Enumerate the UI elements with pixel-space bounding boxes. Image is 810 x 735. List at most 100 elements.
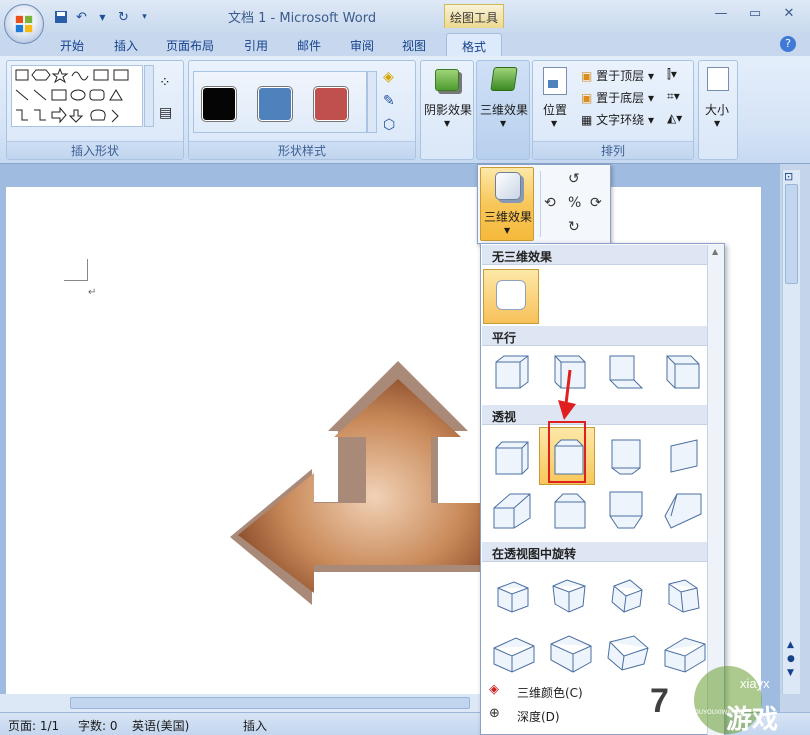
style-swatch-blue[interactable] (258, 87, 292, 121)
rotate-option-3[interactable] (598, 570, 650, 618)
perspective-option-8[interactable] (655, 484, 707, 532)
tab-review[interactable]: 审阅 (350, 37, 374, 54)
shadow-effects-button[interactable]: 阴影效果 (424, 101, 472, 118)
perspective-option-7[interactable] (598, 484, 650, 532)
perspective-option-1[interactable] (484, 432, 536, 480)
tab-insert[interactable]: 插入 (114, 37, 138, 54)
window-controls: — ▭ ✕ (704, 6, 806, 24)
shapes-scroll[interactable] (144, 65, 154, 127)
dropdown-arrow-icon: ▼ (504, 226, 511, 235)
size-group: 大小 ▼ (698, 60, 738, 160)
cube-icon (495, 441, 529, 475)
edit-shape-icon[interactable]: ⁘ (159, 75, 171, 91)
tab-references[interactable]: 引用 (244, 37, 268, 54)
parallel-option-1[interactable] (484, 348, 536, 396)
status-page[interactable]: 页面: 1/1 (8, 717, 59, 734)
perspective-option-3[interactable] (598, 432, 650, 480)
bring-to-front-button[interactable]: ▣ 置于顶层 ▾ (581, 67, 654, 84)
text-wrap-button[interactable]: ▦ 文字环绕 ▾ (581, 111, 654, 128)
customize-qat-icon[interactable]: ▾ (136, 9, 153, 26)
shape-styles-group: ◈ ✎ ⬡ 形状样式 (188, 60, 416, 160)
change-shape-icon[interactable]: ⬡ (383, 117, 395, 133)
align-icon[interactable]: ⫿▾ (667, 67, 677, 82)
vscroll-thumb[interactable] (785, 184, 798, 284)
shapes-gallery[interactable] (11, 65, 143, 127)
tilt-right-icon[interactable]: ⟳ (590, 195, 602, 211)
style-swatch-black[interactable] (202, 87, 236, 121)
dropdown-arrow-icon: ▼ (714, 119, 721, 128)
vertical-scrollbar[interactable]: ▲ ● ▼ (782, 170, 800, 694)
tilt-down-icon[interactable]: ↻ (568, 219, 580, 235)
shadow-group: 阴影效果 ▼ (420, 60, 474, 160)
shape-styles-label: 形状样式 (189, 141, 415, 159)
perspective-option-4[interactable] (655, 432, 707, 480)
undo-icon[interactable]: ↶ (73, 9, 90, 26)
save-icon[interactable] (52, 9, 69, 26)
text-box-icon[interactable]: ▤ (159, 105, 172, 121)
position-button[interactable]: 位置 (543, 101, 567, 118)
parallel-option-3[interactable] (598, 348, 650, 396)
cube-icon (668, 579, 700, 613)
scroll-up-icon[interactable]: ▲ (712, 247, 718, 256)
outline-color-icon[interactable]: ✎ (383, 93, 395, 109)
red-arrow-icon (558, 369, 576, 420)
status-language[interactable]: 英语(美国) (132, 717, 189, 734)
rotate-option-5[interactable] (484, 626, 536, 674)
dropdown-arrow-icon[interactable]: ▼ (94, 9, 111, 26)
threed-effects-ribbon-button[interactable]: 三维效果 (480, 101, 528, 118)
toggle-3d-icon[interactable]: % (568, 195, 581, 211)
style-swatch-red[interactable] (314, 87, 348, 121)
arrange-label: 排列 (533, 141, 693, 159)
ruler-toggle-icon[interactable]: ⊡ (784, 170, 793, 183)
hscroll-thumb[interactable] (70, 697, 470, 709)
cube-icon (666, 355, 700, 389)
threed-effects-button[interactable]: 三维效果 ▼ (480, 167, 534, 241)
highlight-box (548, 421, 586, 483)
quick-access-toolbar: ↶ ▼ ↻ ▾ (52, 8, 153, 26)
rotate-option-4[interactable] (655, 570, 707, 618)
arrow-depth (230, 361, 486, 605)
send-to-back-button[interactable]: ▣ 置于底层 ▾ (581, 89, 654, 106)
status-mode[interactable]: 插入 (243, 717, 267, 734)
minimize-icon[interactable]: — (704, 6, 738, 24)
dropdown-arrow-icon: ▼ (444, 119, 451, 128)
tab-format[interactable]: 格式 (446, 33, 502, 57)
depth-icon: ⊕ (489, 706, 500, 721)
size-button[interactable]: 大小 (705, 101, 729, 118)
tab-mailings[interactable]: 邮件 (297, 37, 321, 54)
rotate-option-1[interactable] (484, 570, 536, 618)
no-3d-effect-option[interactable] (483, 269, 539, 324)
group-icon[interactable]: ⌗▾ (667, 89, 680, 104)
office-button[interactable] (4, 4, 44, 44)
prev-page-icon[interactable]: ▲ (787, 640, 794, 650)
rotate-option-6[interactable] (541, 626, 593, 674)
watermark-brand: 游戏 (726, 705, 778, 735)
parallel-option-4[interactable] (655, 348, 707, 396)
paragraph-mark-icon: ↵ (88, 287, 97, 298)
tilt-left-icon[interactable]: ⟲ (544, 195, 556, 211)
perspective-option-6[interactable] (541, 484, 593, 532)
insert-shapes-group: ⁘ ▤ 插入形状 (6, 60, 184, 160)
perspective-option-5[interactable] (484, 484, 536, 532)
fill-color-icon[interactable]: ◈ (383, 69, 394, 85)
menu-3d-color-label: 三维颜色(C) (517, 686, 583, 700)
close-icon[interactable]: ✕ (772, 6, 806, 24)
text-wrap-icon: ▦ (581, 113, 593, 127)
redo-icon[interactable]: ↻ (115, 9, 132, 26)
section-none: 无三维效果 (482, 245, 707, 265)
horizontal-scrollbar[interactable] (0, 694, 480, 712)
tab-page-layout[interactable]: 页面布局 (166, 37, 214, 54)
arrow-shape[interactable] (226, 357, 486, 607)
bring-front-label: 置于顶层 (596, 69, 645, 83)
tab-view[interactable]: 视图 (402, 37, 426, 54)
rotate-icon[interactable]: ◭▾ (667, 111, 682, 125)
styles-scroll[interactable] (367, 71, 377, 133)
tilt-up-icon[interactable]: ↺ (568, 171, 580, 187)
status-words[interactable]: 字数: 0 (78, 717, 118, 734)
help-icon[interactable]: ? (780, 36, 796, 52)
rotate-option-2[interactable] (541, 570, 593, 618)
maximize-icon[interactable]: ▭ (738, 6, 772, 24)
cube-icon (609, 355, 644, 389)
tab-home[interactable]: 开始 (60, 37, 84, 54)
ribbon: ⁘ ▤ 插入形状 ◈ ✎ ⬡ 形状样式 阴影效果 ▼ 三维效果 ▼ 位置 ▼ ▣… (0, 56, 810, 164)
